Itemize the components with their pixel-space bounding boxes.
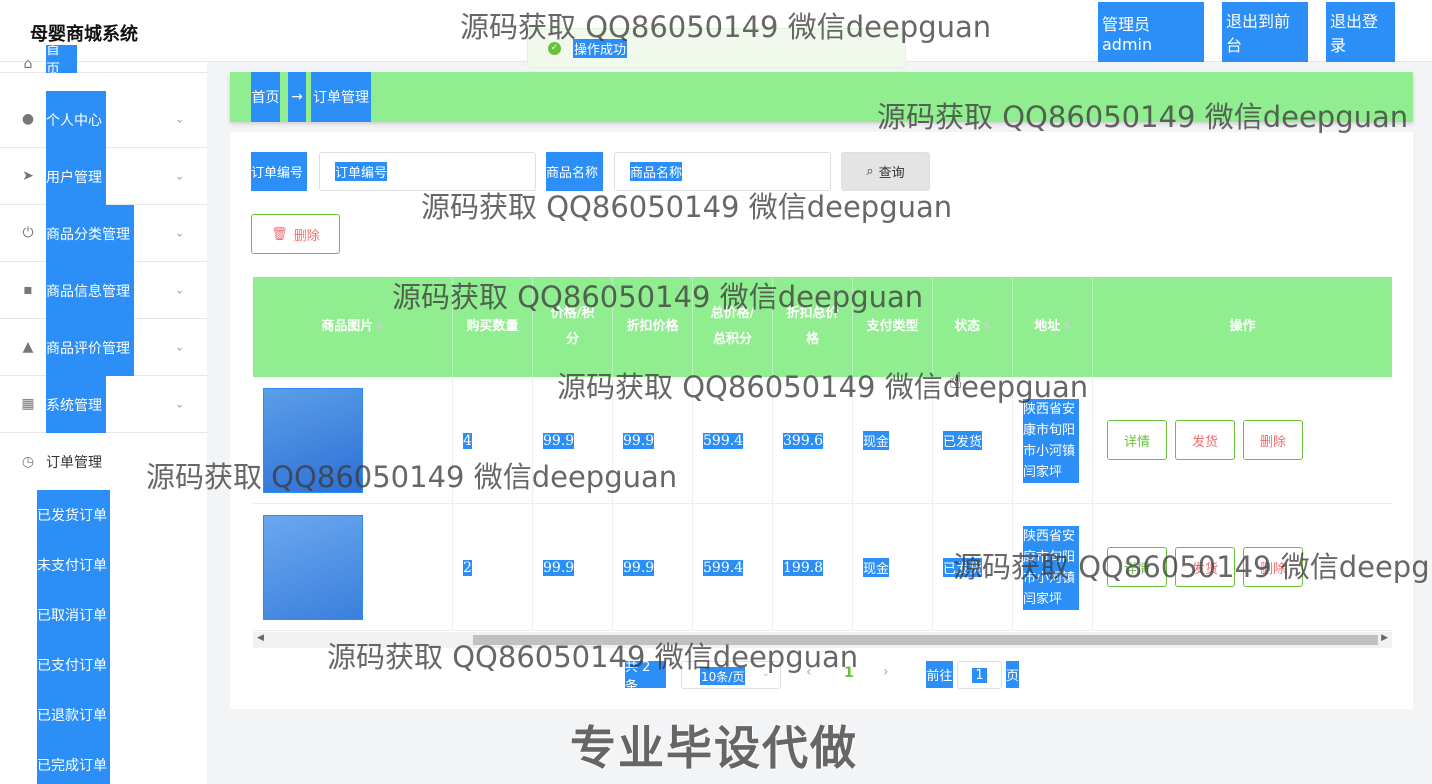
- watermark-text: 源码获取 QQ86050149 微信deepguan: [421, 190, 953, 224]
- query-label: 查询: [878, 166, 905, 181]
- product-image-cell: [253, 504, 453, 631]
- chevron-down-icon: ⌄: [175, 397, 185, 411]
- watermark-text: 源码获取 QQ86050149 微信deepguan: [557, 370, 1089, 404]
- watermark-text: 源码获取 QQ86050149 微信deepguan: [953, 550, 1432, 584]
- price-cell: 99.9: [533, 504, 613, 631]
- breadcrumb-current: 订单管理: [311, 72, 371, 122]
- batch-delete-button[interactable]: 🗑 删除: [251, 214, 340, 254]
- trash-icon: 🗑: [271, 226, 288, 242]
- search-icon: ⌕: [866, 164, 874, 179]
- sidebar-item-label: 首页: [46, 42, 77, 78]
- sidebar-subitem-refunded[interactable]: 已退款订单: [37, 690, 110, 740]
- watermark-text: 源码获取 QQ86050149 微信deepguan: [327, 640, 859, 674]
- scroll-left-icon[interactable]: ◀: [257, 633, 264, 643]
- chevron-down-icon: ⌄: [175, 169, 185, 183]
- sidebar-item-label: 商品信息管理: [46, 262, 134, 319]
- watermark-text: 源码获取 QQ86050149 微信deepguan: [146, 460, 678, 494]
- logout-button[interactable]: 退出登录: [1326, 2, 1395, 62]
- sidebar-item-product-management[interactable]: ▪ 商品信息管理 ⌄: [0, 262, 207, 319]
- mouse-cursor-icon: ☝: [949, 369, 963, 394]
- sidebar-item-label: 商品评价管理: [46, 319, 134, 376]
- payment-cell: 现金: [853, 504, 933, 631]
- sidebar-item-review-management[interactable]: ▲ 商品评价管理 ⌄: [0, 319, 207, 376]
- sidebar: ⌂ 首页 ● 个人中心 ⌄ ➤ 用户管理 ⌄ ⏻ 商品分类管理 ⌄ ▪ 商品信息…: [0, 42, 207, 784]
- goto-page-input[interactable]: 1: [957, 661, 1002, 689]
- sidebar-item-category-management[interactable]: ⏻ 商品分类管理 ⌄: [0, 205, 207, 262]
- discount-total-cell: 199.8: [773, 504, 853, 631]
- sidebar-subitem-shipped[interactable]: 已发货订单: [37, 490, 110, 540]
- sidebar-item-system-management[interactable]: ▦ 系统管理 ⌄: [0, 376, 207, 433]
- sidebar-item-label: 系统管理: [46, 376, 106, 433]
- breadcrumb-separator: →: [288, 72, 306, 122]
- sidebar-subitem-cancelled[interactable]: 已取消订单: [37, 590, 110, 640]
- chevron-down-icon: ⌄: [175, 340, 185, 354]
- watermark-text: 源码获取 QQ86050149 微信deepguan: [877, 100, 1409, 134]
- chat-icon: ▪: [23, 282, 33, 298]
- watermark-text: 源码获取 QQ86050149 微信deepguan: [392, 280, 924, 314]
- col-header-address[interactable]: 地址 ⇅: [1013, 277, 1093, 377]
- chevron-down-icon: ⌄: [175, 112, 185, 126]
- watermark-text: 源码获取 QQ86050149 微信deepguan: [460, 10, 992, 44]
- product-name-placeholder: 商品名称: [630, 162, 683, 181]
- goto-prefix: 前往: [926, 661, 953, 688]
- next-page-icon[interactable]: ›: [883, 664, 889, 680]
- goto-suffix: 页: [1006, 661, 1019, 688]
- user-icon: ●: [21, 111, 35, 127]
- home-icon: ⌂: [23, 56, 33, 72]
- promo-watermark: 专业毕设代做: [570, 721, 858, 775]
- col-header-status[interactable]: 状态 ⇅: [933, 277, 1013, 377]
- sidebar-item-home[interactable]: ⌂ 首页: [0, 42, 207, 78]
- chevron-down-icon: ⌄: [175, 283, 185, 297]
- quantity-cell: 2: [453, 504, 533, 631]
- sidebar-item-label: 商品分类管理: [46, 205, 134, 262]
- clock-icon: ◷: [21, 453, 35, 470]
- sidebar-item-label: 个人中心: [46, 91, 106, 148]
- admin-button[interactable]: 管理员 admin: [1098, 2, 1204, 62]
- chevron-down-icon: ⌄: [175, 226, 185, 240]
- grid-icon: ▦: [21, 396, 35, 412]
- exit-to-front-button[interactable]: 退出到前台: [1222, 2, 1308, 62]
- product-image: [263, 515, 363, 620]
- sidebar-item-user-management[interactable]: ➤ 用户管理 ⌄: [0, 148, 207, 205]
- total-price-cell: 599.4: [693, 504, 773, 631]
- person-icon: ▲: [22, 339, 34, 355]
- order-no-placeholder: 订单编号: [335, 162, 388, 181]
- breadcrumb-home[interactable]: 首页: [251, 72, 280, 122]
- detail-button[interactable]: 详情: [1107, 420, 1167, 460]
- delete-label: 删除: [293, 228, 320, 244]
- sidebar-subitem-completed[interactable]: 已完成订单: [37, 740, 110, 784]
- actions-cell: 详情 发货 删除: [1093, 377, 1392, 504]
- col-header-actions: 操作: [1229, 319, 1256, 334]
- ship-button[interactable]: 发货: [1175, 420, 1235, 460]
- sidebar-item-label: 用户管理: [46, 148, 106, 205]
- sidebar-subitem-unpaid[interactable]: 未支付订单: [37, 540, 110, 590]
- sidebar-item-personal-center[interactable]: ● 个人中心 ⌄: [0, 91, 207, 148]
- sidebar-subitem-paid[interactable]: 已支付订单: [37, 640, 110, 690]
- power-icon: ⏻: [22, 225, 34, 241]
- scroll-right-icon[interactable]: ▶: [1381, 633, 1388, 643]
- sidebar-item-label: 订单管理: [46, 454, 102, 471]
- delete-button[interactable]: 删除: [1243, 420, 1303, 460]
- send-icon: ➤: [22, 168, 34, 184]
- discount-price-cell: 99.9: [613, 504, 693, 631]
- order-no-label: 订单编号: [251, 152, 307, 191]
